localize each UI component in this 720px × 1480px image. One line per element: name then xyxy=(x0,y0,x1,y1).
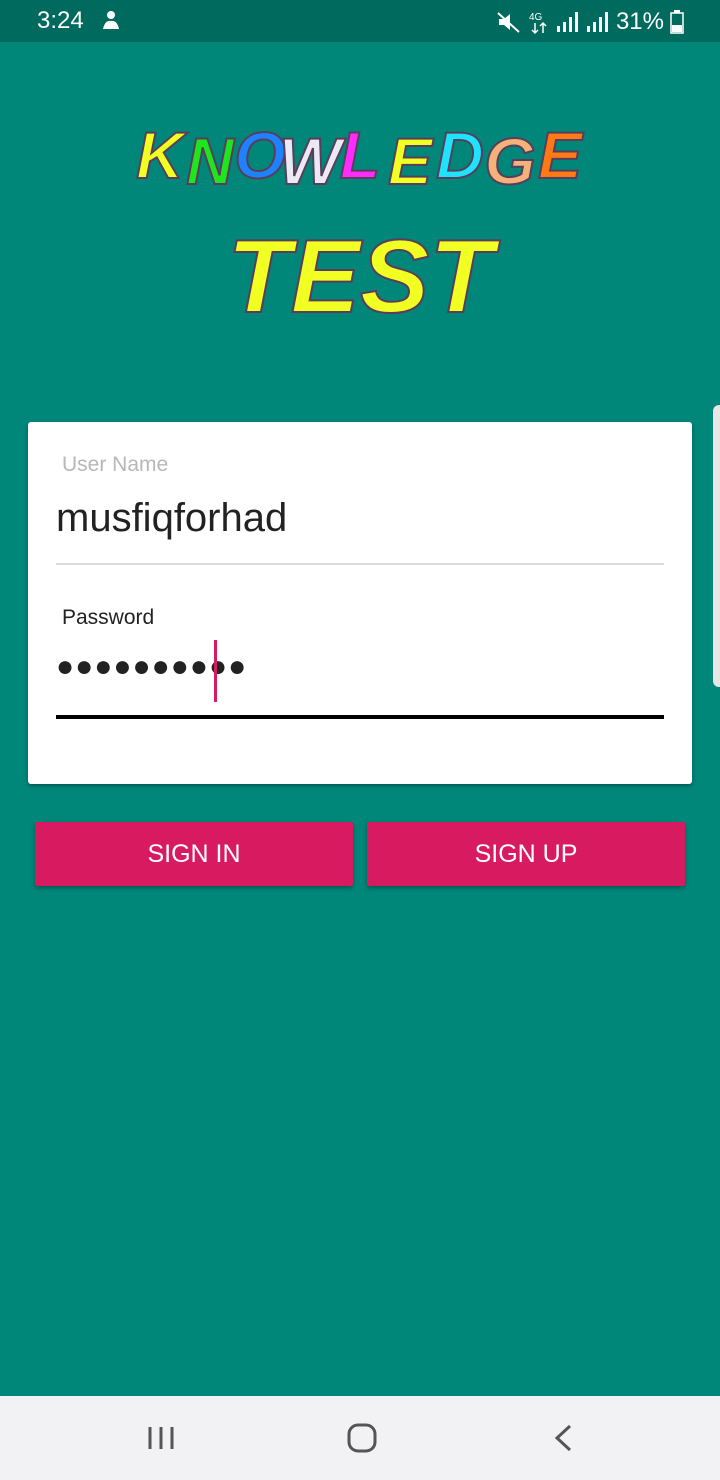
back-icon[interactable] xyxy=(544,1418,584,1458)
signal-icon-2 xyxy=(586,12,608,32)
logo-letter: N xyxy=(186,124,235,198)
text-cursor xyxy=(214,640,217,702)
mute-icon xyxy=(497,12,520,33)
password-input[interactable]: ●●●●●●●●●● xyxy=(56,650,247,684)
edge-panel-handle[interactable] xyxy=(713,405,720,687)
status-bar: 3:24 4G 31% xyxy=(0,0,720,42)
logo-letter: L xyxy=(340,118,380,192)
login-card: User Name musfiqforhad Password ●●●●●●●●… xyxy=(28,422,692,784)
recent-apps-icon[interactable] xyxy=(142,1418,182,1458)
home-icon[interactable] xyxy=(342,1418,382,1458)
network-4g-icon: 4G xyxy=(529,12,547,35)
username-label: User Name xyxy=(62,453,169,476)
status-time: 3:24 xyxy=(37,7,84,34)
username-input[interactable]: musfiqforhad xyxy=(56,496,287,541)
network-label: 4G xyxy=(529,12,543,23)
logo-title-test: TEST xyxy=(227,219,500,335)
status-icons: 4G 31% xyxy=(496,8,684,36)
logo-letter: G xyxy=(484,124,535,198)
logo-letter: D xyxy=(436,118,484,192)
battery-icon xyxy=(670,10,684,34)
logo-letter: E xyxy=(538,118,584,192)
password-underline xyxy=(56,715,664,719)
signal-icon xyxy=(556,12,578,32)
sign-in-button[interactable]: SIGN IN xyxy=(35,822,353,886)
battery-percent: 31% xyxy=(615,8,664,35)
username-underline xyxy=(56,563,664,565)
logo-letter: W xyxy=(279,124,346,198)
logo-letter: K xyxy=(136,118,188,192)
notification-icon xyxy=(103,11,119,29)
navigation-bar xyxy=(0,1396,720,1480)
logo-letter: E xyxy=(388,124,434,198)
password-label: Password xyxy=(62,606,155,629)
sign-up-button[interactable]: SIGN UP xyxy=(367,822,685,886)
app-logo: K N OWL E D G E TEST xyxy=(135,117,585,336)
